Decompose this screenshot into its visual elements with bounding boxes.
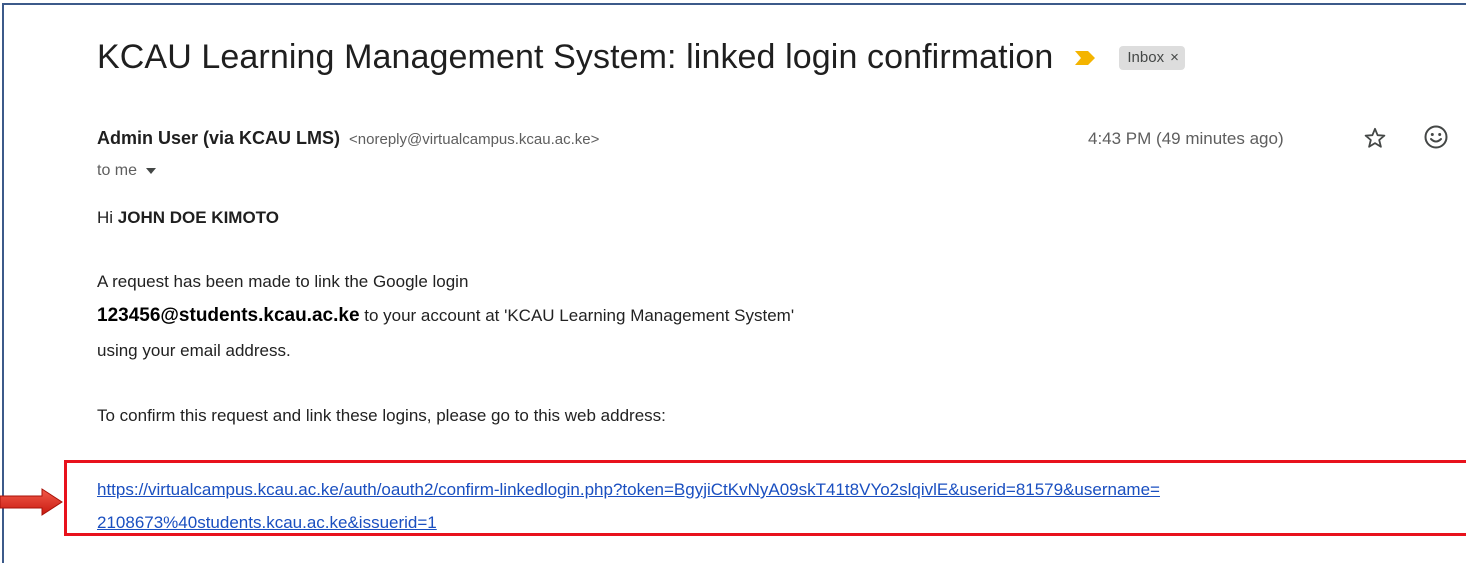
- email-timestamp: 4:43 PM (49 minutes ago): [1088, 129, 1284, 148]
- student-email: 123456@students.kcau.ac.ke: [97, 305, 360, 326]
- body-line: using your email address.: [97, 341, 291, 360]
- sender-name[interactable]: Admin User (via KCAU LMS): [97, 128, 340, 148]
- arrow-right-icon: [0, 488, 64, 521]
- email-subject: KCAU Learning Management System: linked …: [97, 38, 1054, 76]
- confirmation-link[interactable]: https://virtualcampus.kcau.ac.ke/auth/oa…: [97, 473, 1160, 539]
- greeting: Hi JOHN DOE KIMOTO: [97, 208, 279, 228]
- emoji-reaction-icon[interactable]: [1423, 124, 1449, 155]
- link-line[interactable]: https://virtualcampus.kcau.ac.ke/auth/oa…: [97, 473, 1160, 506]
- sender-email: <noreply@virtualcampus.kcau.ac.ke>: [349, 131, 600, 148]
- remove-label-button[interactable]: ×: [1170, 49, 1179, 66]
- recipient-name: JOHN DOE KIMOTO: [117, 208, 279, 227]
- recipient-text: to me: [97, 162, 138, 179]
- inbox-label-chip: Inbox ×: [1119, 45, 1185, 70]
- body-text-rest: to your account at 'KCAU Learning Manage…: [359, 306, 795, 325]
- subject-row: KCAU Learning Management System: linked …: [97, 38, 1185, 77]
- recipient-details-toggle[interactable]: to me: [97, 162, 157, 180]
- chevron-down-icon: [145, 162, 157, 180]
- label-text: Inbox: [1127, 48, 1165, 66]
- importance-marker-icon[interactable]: [1075, 50, 1096, 65]
- link-line[interactable]: 2108673%40students.kcau.ac.ke&issuerid=1: [97, 506, 1160, 539]
- sender: Admin User (via KCAU LMS) <noreply@virtu…: [97, 128, 599, 149]
- body-line: A request has been made to link the Goog…: [97, 272, 469, 291]
- body-line: To confirm this request and link these l…: [97, 406, 666, 425]
- body-line: 123456@students.kcau.ac.ke to your accou…: [97, 305, 794, 327]
- greeting-prefix: Hi: [97, 208, 118, 227]
- star-icon[interactable]: [1363, 126, 1387, 155]
